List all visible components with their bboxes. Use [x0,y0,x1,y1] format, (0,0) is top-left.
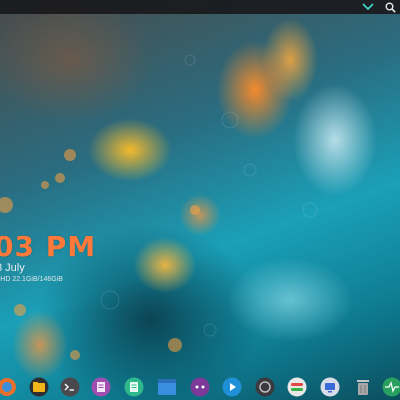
circle-icon[interactable] [254,376,276,398]
clock-date: 8 July [0,262,25,274]
search-icon[interactable] [383,0,397,14]
desktop-wallpaper [0,0,400,400]
top-panel [0,0,400,14]
clock-time: 03 PM [0,230,97,263]
browser-icon[interactable] [0,376,18,398]
games-icon[interactable] [189,376,211,398]
clock-widget: 03 PM 8 July - HD 22.1GiB/146GiB [0,232,96,285]
window-icon[interactable] [156,376,178,398]
wallpaper-droplets [0,54,318,360]
dock [0,372,400,400]
notes-icon[interactable] [123,376,145,398]
folder-icon[interactable] [28,376,50,398]
trash-icon[interactable] [352,376,374,398]
disk-usage: - HD 22.1GiB/146GiB [0,276,63,283]
chevron-down-icon[interactable] [361,0,375,14]
terminal-icon[interactable] [59,376,81,398]
media-player-icon[interactable] [221,376,243,398]
system-info-icon[interactable] [319,376,341,398]
text-editor-icon[interactable] [90,376,112,398]
system-monitor-icon[interactable] [381,376,400,398]
settings-toggle-icon[interactable] [286,376,308,398]
